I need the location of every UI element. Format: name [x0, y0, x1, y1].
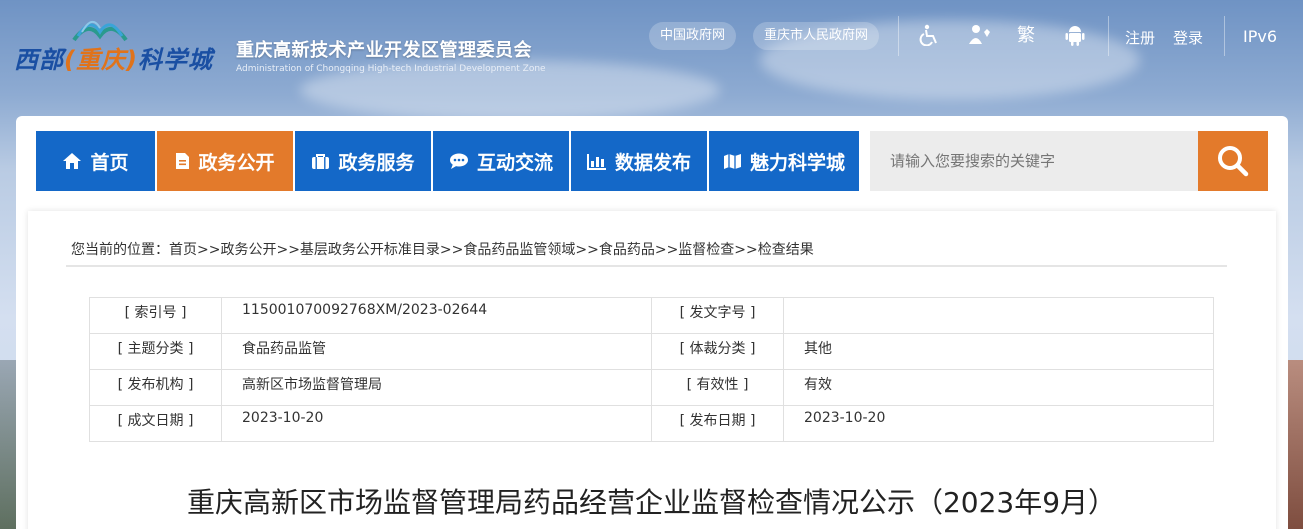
- accessibility-icon[interactable]: [917, 24, 941, 48]
- link-chongqing-gov[interactable]: 重庆市人民政府网: [753, 22, 880, 50]
- logo-text-chongqing: (重庆): [64, 46, 138, 74]
- search-button[interactable]: [1198, 131, 1268, 191]
- meta-key-genre: [ 体裁分类 ]: [651, 333, 784, 370]
- table-row: [ 主题分类 ] 食品药品监管 [ 体裁分类 ] 其他: [89, 333, 1214, 370]
- organization-name-cn: 重庆高新技术产业开发区管理委员会: [236, 40, 532, 61]
- meta-key-index: [ 索引号 ]: [89, 297, 222, 334]
- logo-text: 西部(重庆)科学城: [14, 40, 213, 75]
- meta-key-doc-number: [ 发文字号 ]: [651, 297, 784, 334]
- meta-key-publish-date: [ 发布日期 ]: [651, 405, 784, 442]
- elder-care-icon[interactable]: [968, 24, 992, 48]
- article-title: 重庆高新区市场监督管理局药品经营企业监督检查情况公示（2023年9月）: [186, 486, 1117, 519]
- nav-item-government-services[interactable]: 政务服务: [295, 131, 431, 191]
- meta-value-validity: 有效: [783, 369, 1214, 406]
- table-row: [ 发布机构 ] 高新区市场监督管理局 [ 有效性 ] 有效: [89, 369, 1214, 406]
- nav-item-government-affairs[interactable]: 政务公开: [157, 131, 293, 191]
- nav-item-label: 首页: [90, 151, 129, 174]
- table-row: [ 索引号 ] 115001070092768XM/2023-02644 [ 发…: [89, 297, 1214, 334]
- meta-value-publisher: 高新区市场监督管理局: [221, 369, 652, 406]
- nav-item-home[interactable]: 首页: [36, 131, 155, 191]
- separator: [1224, 16, 1225, 56]
- map-icon: [723, 153, 742, 170]
- meta-value-topic: 食品药品监管: [221, 333, 652, 370]
- traditional-chinese-icon[interactable]: 繁: [1014, 24, 1038, 48]
- nav-item-interaction[interactable]: 互动交流: [433, 131, 569, 191]
- separator: [1108, 16, 1109, 56]
- meta-key-written-date: [ 成文日期 ]: [89, 405, 222, 442]
- nav-item-label: 互动交流: [476, 151, 553, 174]
- nav-item-label: 魅力科学城: [749, 151, 845, 174]
- nav-item-label: 政务公开: [198, 151, 275, 174]
- ipv6-link[interactable]: IPv6: [1243, 27, 1277, 46]
- nav-item-science-city[interactable]: 魅力科学城: [709, 131, 859, 191]
- divider: [66, 265, 1227, 267]
- login-link[interactable]: 登录: [1173, 27, 1203, 48]
- organization-name: 重庆高新技术产业开发区管理委员会 Administration of Chong…: [236, 36, 546, 74]
- breadcrumb[interactable]: 您当前的位置：首页>>政务公开>>基层政务公开标准目录>>食品药品监管领域>>食…: [71, 239, 814, 259]
- meta-value-written-date: 2023-10-20: [221, 405, 652, 442]
- meta-key-topic: [ 主题分类 ]: [89, 333, 222, 370]
- meta-key-validity: [ 有效性 ]: [651, 369, 784, 406]
- site-logo[interactable]: 西部(重庆)科学城: [14, 14, 229, 74]
- table-row: [ 成文日期 ] 2023-10-20 [ 发布日期 ] 2023-10-20: [89, 405, 1214, 442]
- bar-chart-icon: [586, 153, 607, 170]
- nav-item-label: 政务服务: [338, 151, 415, 174]
- nav-item-data-release[interactable]: 数据发布: [571, 131, 707, 191]
- register-link[interactable]: 注册: [1125, 27, 1155, 48]
- link-china-gov[interactable]: 中国政府网: [649, 22, 737, 50]
- document-meta-table: [ 索引号 ] 115001070092768XM/2023-02644 [ 发…: [89, 297, 1214, 442]
- meta-value-index: 115001070092768XM/2023-02644: [221, 297, 652, 334]
- chat-icon: [449, 153, 469, 169]
- separator: [898, 16, 899, 56]
- organization-name-en: Administration of Chongqing High-tech In…: [236, 64, 546, 74]
- meta-value-publish-date: 2023-10-20: [783, 405, 1214, 442]
- search-input[interactable]: [870, 131, 1198, 191]
- search-icon: [1218, 146, 1249, 177]
- home-icon: [62, 152, 82, 170]
- meta-key-publisher: [ 发布机构 ]: [89, 369, 222, 406]
- meta-value-doc-number: [783, 297, 1214, 334]
- logo-text-west: 西部: [14, 46, 64, 74]
- logo-text-science-city: 科学城: [137, 46, 213, 74]
- briefcase-icon: [311, 153, 330, 170]
- site-header: 西部(重庆)科学城 重庆高新技术产业开发区管理委员会 Administratio…: [0, 0, 1303, 112]
- main-nav: 首页 政务公开 政务服务 互动交流 数据发布 魅力科学城: [36, 131, 861, 191]
- document-icon: [175, 152, 190, 170]
- nav-item-label: 数据发布: [614, 151, 691, 174]
- android-icon[interactable]: [1063, 24, 1087, 48]
- meta-value-genre: 其他: [783, 333, 1214, 370]
